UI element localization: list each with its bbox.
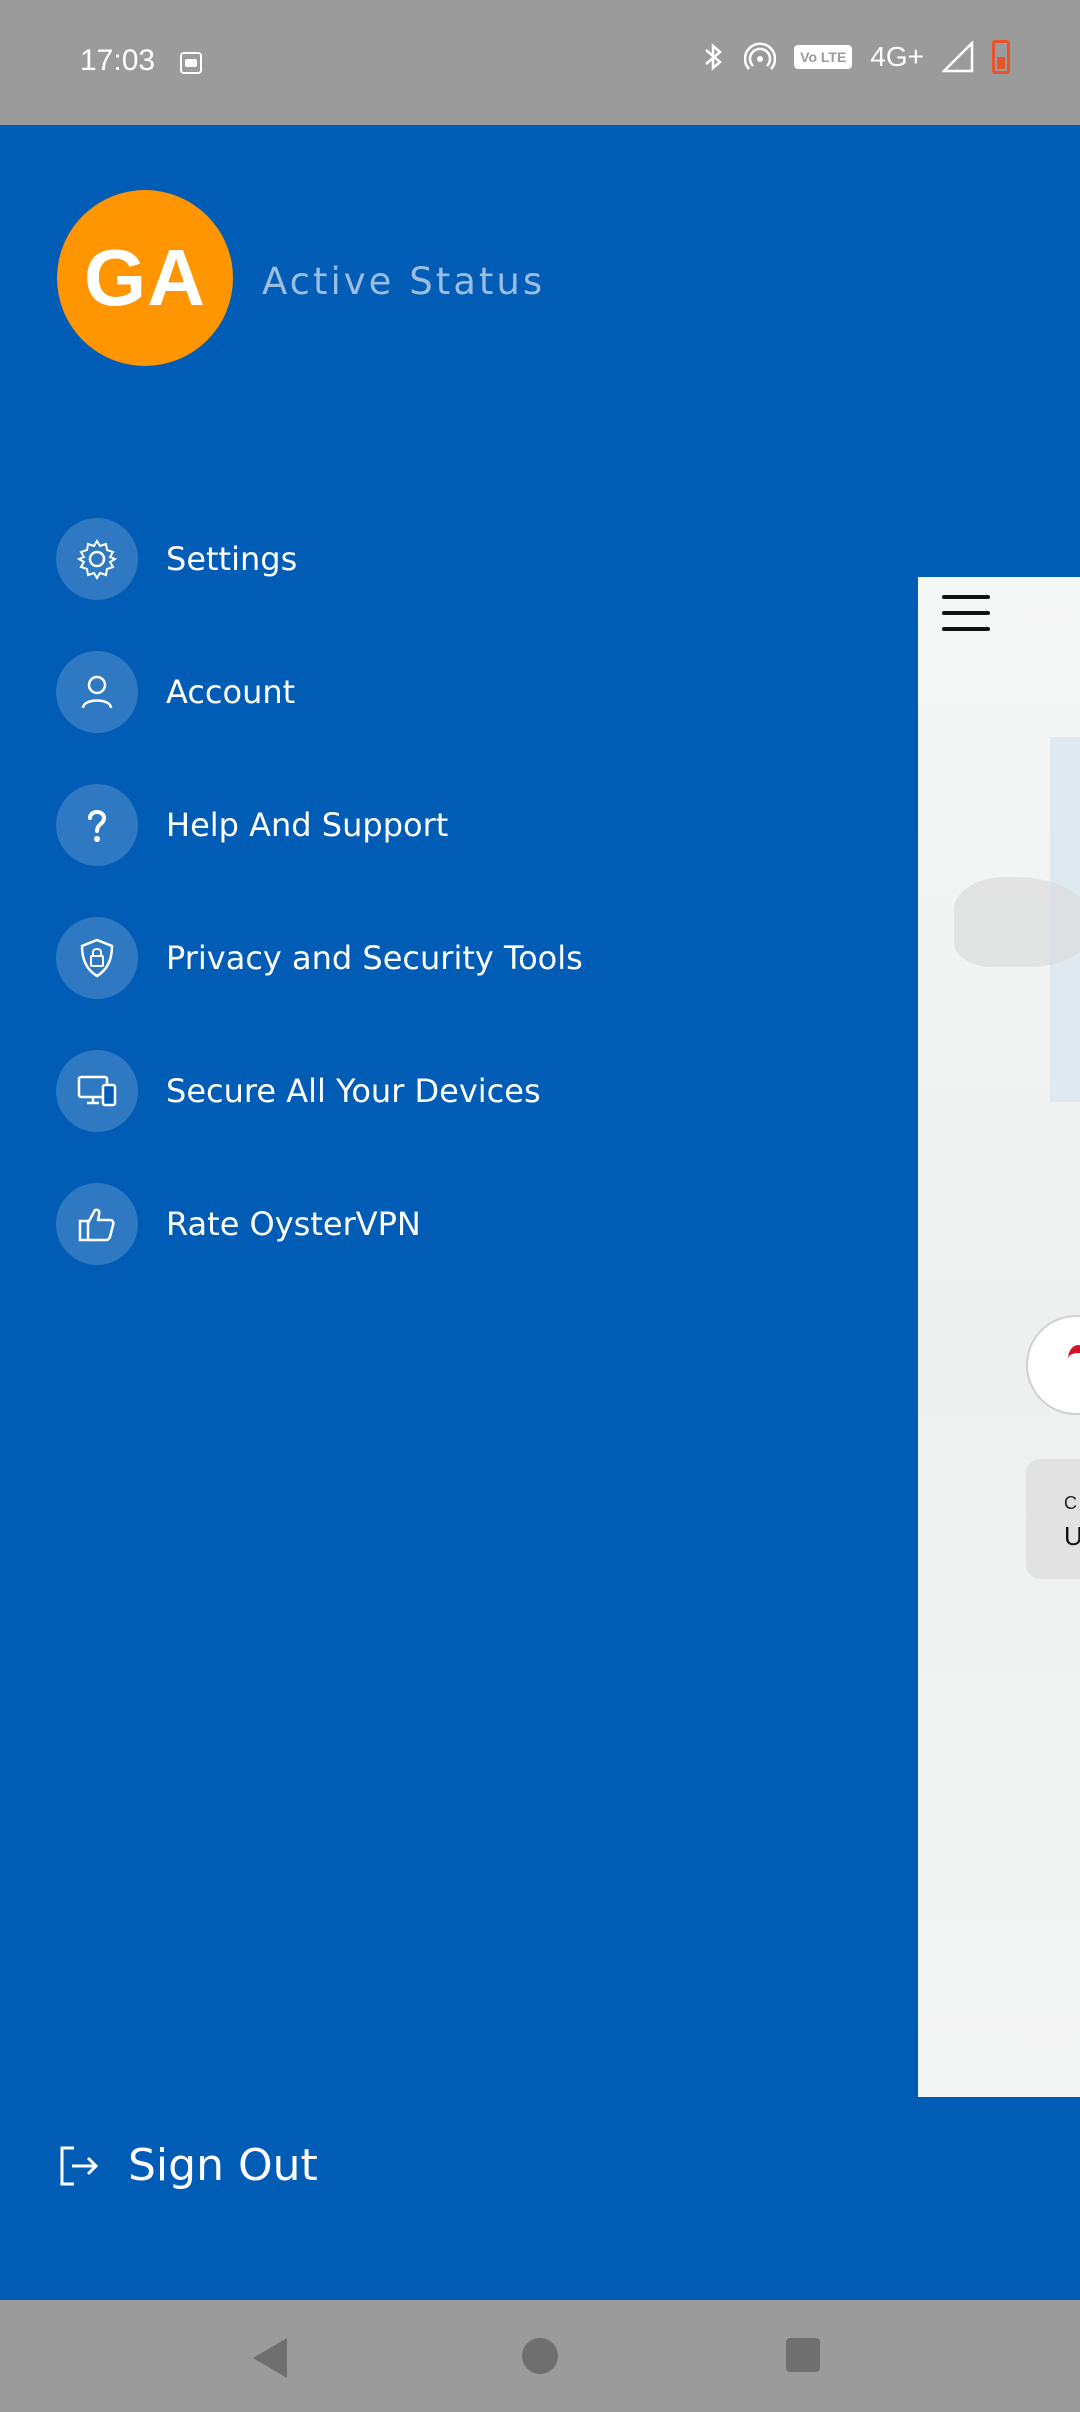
menu-label-rate-app: Rate OysterVPN <box>166 1205 421 1243</box>
menu-item-secure-devices[interactable]: Secure All Your Devices <box>56 1050 856 1132</box>
sim-card-icon <box>180 52 202 74</box>
connection-info-card: C U <box>1026 1459 1080 1579</box>
thumbs-up-icon <box>56 1183 138 1265</box>
menu-item-rate-app[interactable]: Rate OysterVPN <box>56 1183 856 1265</box>
menu-item-help[interactable]: Help And Support <box>56 784 856 866</box>
system-navigation-bar <box>0 2300 1080 2412</box>
question-icon <box>56 784 138 866</box>
home-icon[interactable] <box>522 2338 558 2374</box>
menu-label-privacy-tools: Privacy and Security Tools <box>166 939 583 977</box>
connect-button[interactable] <box>1026 1315 1080 1415</box>
navigation-drawer: C U GA Active Status Settings Account He… <box>0 125 1080 2300</box>
avatar-initials: GA <box>84 233 206 322</box>
card-value: U <box>1064 1521 1080 1551</box>
active-status-label: Active Status <box>262 260 546 303</box>
menu-label-account: Account <box>166 673 296 711</box>
hamburger-menu-icon[interactable] <box>942 595 992 635</box>
battery-icon <box>992 40 1010 74</box>
menu-label-settings: Settings <box>166 540 298 578</box>
shield-lock-icon <box>56 917 138 999</box>
back-icon[interactable] <box>253 2338 287 2378</box>
hotspot-icon <box>744 42 777 70</box>
menu-item-account[interactable]: Account <box>56 651 856 733</box>
volte-icon: Vo LTE <box>794 45 853 69</box>
status-icons: Vo LTE 4G+ <box>702 40 1010 74</box>
devices-icon <box>56 1050 138 1132</box>
sign-out-button[interactable]: Sign Out <box>54 2140 318 2191</box>
sign-out-icon <box>60 2146 99 2185</box>
status-time: 17:03 <box>80 44 156 77</box>
sign-out-label: Sign Out <box>128 2140 318 2191</box>
bluetooth-icon <box>705 43 723 71</box>
menu-item-privacy-tools[interactable]: Privacy and Security Tools <box>56 917 856 999</box>
user-icon <box>56 651 138 733</box>
avatar: GA <box>57 190 233 366</box>
signal-icon <box>942 41 974 73</box>
world-map <box>954 877 1080 967</box>
background-app-preview: C U <box>918 577 1080 2097</box>
network-type: 4G+ <box>870 41 924 72</box>
card-label: C <box>1064 1493 1077 1513</box>
menu-label-help: Help And Support <box>166 806 449 844</box>
menu-item-settings[interactable]: Settings <box>56 518 856 600</box>
recent-apps-icon[interactable] <box>786 2338 820 2372</box>
gear-icon <box>56 518 138 600</box>
menu-label-secure-devices: Secure All Your Devices <box>166 1072 541 1110</box>
status-bar: 17:03 Vo LTE 4G+ <box>0 0 1080 125</box>
